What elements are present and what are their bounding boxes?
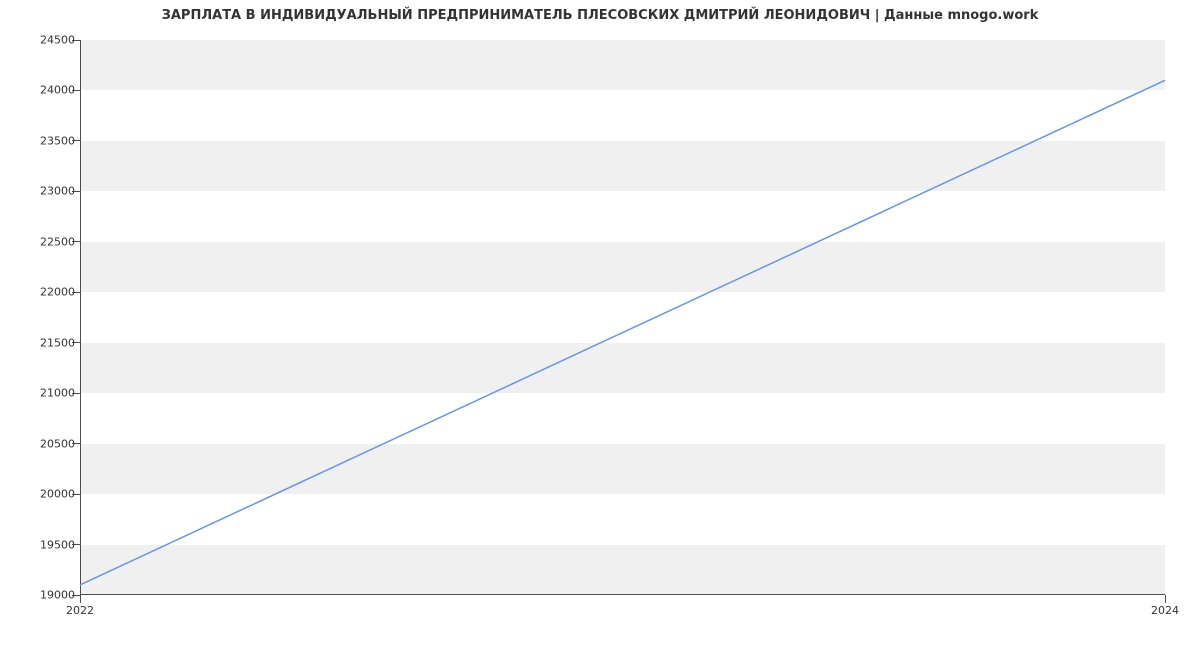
x-tick bbox=[80, 595, 81, 603]
chart-title: ЗАРПЛАТА В ИНДИВИДУАЛЬНЫЙ ПРЕДПРИНИМАТЕЛ… bbox=[0, 8, 1200, 23]
y-tick-label: 20500 bbox=[25, 437, 75, 450]
y-tick-label: 23000 bbox=[25, 185, 75, 198]
y-tick-label: 24500 bbox=[25, 34, 75, 47]
plot-area: 1900019500200002050021000215002200022500… bbox=[80, 40, 1165, 595]
y-tick-label: 24000 bbox=[25, 84, 75, 97]
series-line bbox=[80, 80, 1165, 585]
y-tick-label: 19500 bbox=[25, 538, 75, 551]
chart-container: ЗАРПЛАТА В ИНДИВИДУАЛЬНЫЙ ПРЕДПРИНИМАТЕЛ… bbox=[0, 0, 1200, 650]
x-tick-label: 2024 bbox=[1151, 604, 1179, 617]
y-tick-label: 23500 bbox=[25, 134, 75, 147]
y-tick-label: 20000 bbox=[25, 488, 75, 501]
y-tick-label: 21500 bbox=[25, 336, 75, 349]
y-tick-label: 22000 bbox=[25, 286, 75, 299]
line-layer bbox=[80, 40, 1165, 595]
y-tick-label: 19000 bbox=[25, 589, 75, 602]
y-tick-label: 22500 bbox=[25, 235, 75, 248]
x-tick-label: 2022 bbox=[66, 604, 94, 617]
x-tick bbox=[1165, 595, 1166, 603]
y-tick-label: 21000 bbox=[25, 387, 75, 400]
